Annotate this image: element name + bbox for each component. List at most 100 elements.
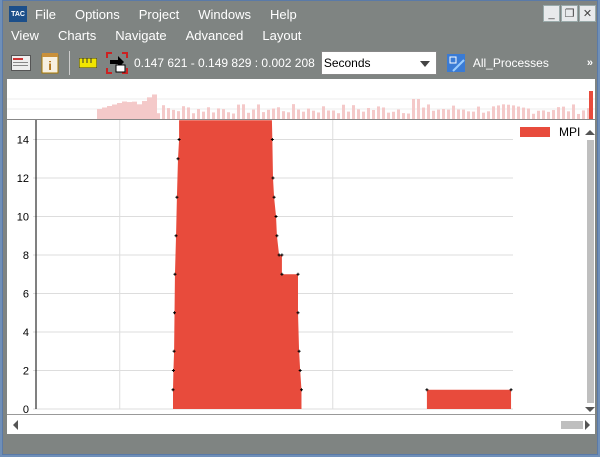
menu-options[interactable]: Options (75, 7, 120, 22)
overview-bar (177, 111, 180, 119)
series-area-MPI (173, 120, 512, 409)
overview-bar (132, 101, 137, 119)
overview-bar (392, 111, 395, 119)
overview-bar (162, 105, 165, 119)
overview-bar (252, 109, 255, 119)
overview-bar (377, 106, 380, 119)
overview-bar (112, 104, 117, 119)
overview-bar (272, 108, 275, 119)
overview-bar (512, 105, 515, 119)
overview-bar (322, 106, 325, 119)
overview-bar (367, 107, 370, 119)
menu-view[interactable]: View (11, 28, 39, 43)
overview-bar (492, 106, 495, 119)
svg-text:i: i (48, 59, 51, 73)
overview-bar (447, 109, 450, 119)
toolbar-overflow-button[interactable]: » (587, 57, 593, 69)
minimize-button[interactable]: _ (543, 5, 560, 22)
menu-file[interactable]: File (35, 7, 56, 22)
legend-label: MPI (559, 125, 580, 139)
y-tick-label: 8 (23, 250, 29, 262)
scroll-left-arrow (13, 420, 18, 430)
process-group-icon (446, 54, 465, 72)
process-group-button[interactable]: All_Processes (446, 54, 549, 72)
chart-list-icon[interactable] (10, 52, 32, 74)
overview-bar (442, 109, 445, 119)
overview-bar (477, 106, 480, 119)
ruler-icon[interactable] (77, 52, 99, 74)
overview-bar (142, 101, 147, 119)
overview-bar (227, 112, 230, 119)
overview-bar (457, 109, 460, 119)
overview-bar (382, 107, 385, 119)
overview-bar (582, 110, 585, 119)
overview-bar (397, 109, 400, 119)
scroll-down-arrow (585, 407, 595, 412)
menu-project[interactable]: Project (139, 7, 179, 22)
overview-bar (462, 109, 465, 119)
overview-bar (187, 107, 190, 119)
overview-strip[interactable] (7, 79, 595, 119)
scroll-thumb (587, 140, 594, 403)
overview-bar (502, 104, 505, 119)
overview-bar (172, 109, 175, 119)
overview-bar (152, 94, 157, 119)
overview-bar (537, 110, 540, 119)
scroll-right-arrow (585, 420, 590, 430)
overview-bar (517, 106, 520, 119)
overview-bar (352, 105, 355, 119)
overview-bar (257, 104, 260, 119)
scroll-thumb (561, 421, 583, 429)
overview-bar (557, 107, 560, 119)
overview-bar (122, 101, 127, 119)
overview-bar (412, 99, 415, 119)
overview-bar (347, 111, 350, 119)
overview-bar (547, 111, 550, 119)
time-unit-select[interactable]: Seconds (320, 51, 437, 75)
overview-bar (372, 109, 375, 119)
time-range-readout: 0.147 621 - 0.149 829 : 0.002 208 (134, 56, 315, 70)
overview-bar (452, 105, 455, 119)
legend-swatch (520, 127, 550, 137)
overview-bar (567, 111, 570, 119)
y-tick-label: 4 (23, 327, 29, 339)
close-button[interactable]: ✕ (579, 5, 596, 22)
overview-bar (437, 109, 440, 119)
menu-windows[interactable]: Windows (198, 7, 251, 22)
menu-navigate[interactable]: Navigate (115, 28, 166, 43)
overview-bar (527, 108, 530, 119)
overview-bar (137, 104, 142, 119)
menu-charts[interactable]: Charts (58, 28, 96, 43)
vertical-scrollbar[interactable] (585, 130, 595, 412)
overview-bar (102, 107, 107, 119)
overview-bar (222, 109, 225, 119)
toolbar-divider (69, 51, 70, 75)
goto-selection-icon[interactable] (106, 52, 128, 74)
overview-bar (357, 109, 360, 119)
overview-bar (467, 111, 470, 119)
y-tick-label: 2 (23, 366, 29, 378)
chart-area: 0 2 4 6 8 10 12 14 MPI (7, 119, 595, 416)
overview-bar (287, 112, 290, 119)
main-window: TAC File Options Project Windows Help _ … (2, 0, 598, 455)
scroll-up-arrow (585, 130, 595, 135)
menubar-secondary: View Charts Navigate Advanced Layout (11, 24, 320, 46)
horizontal-scrollbar[interactable] (7, 414, 595, 434)
overview-bar (332, 110, 335, 119)
overview-bar (167, 108, 170, 119)
overview-bar (312, 110, 315, 119)
overview-bar (497, 105, 500, 119)
y-tick-label: 12 (17, 173, 29, 185)
overview-bar (282, 111, 285, 119)
info-calendar-icon[interactable]: i (39, 52, 61, 74)
menu-help[interactable]: Help (270, 7, 297, 22)
overview-bar (267, 109, 270, 119)
restore-button[interactable]: ❐ (561, 5, 578, 22)
overview-bar (297, 109, 300, 119)
menu-advanced[interactable]: Advanced (186, 28, 244, 43)
overview-bar (307, 108, 310, 119)
y-tick-label: 10 (17, 212, 29, 224)
menu-layout[interactable]: Layout (262, 28, 301, 43)
overview-bar (487, 111, 490, 119)
process-group-label: All_Processes (472, 56, 549, 70)
